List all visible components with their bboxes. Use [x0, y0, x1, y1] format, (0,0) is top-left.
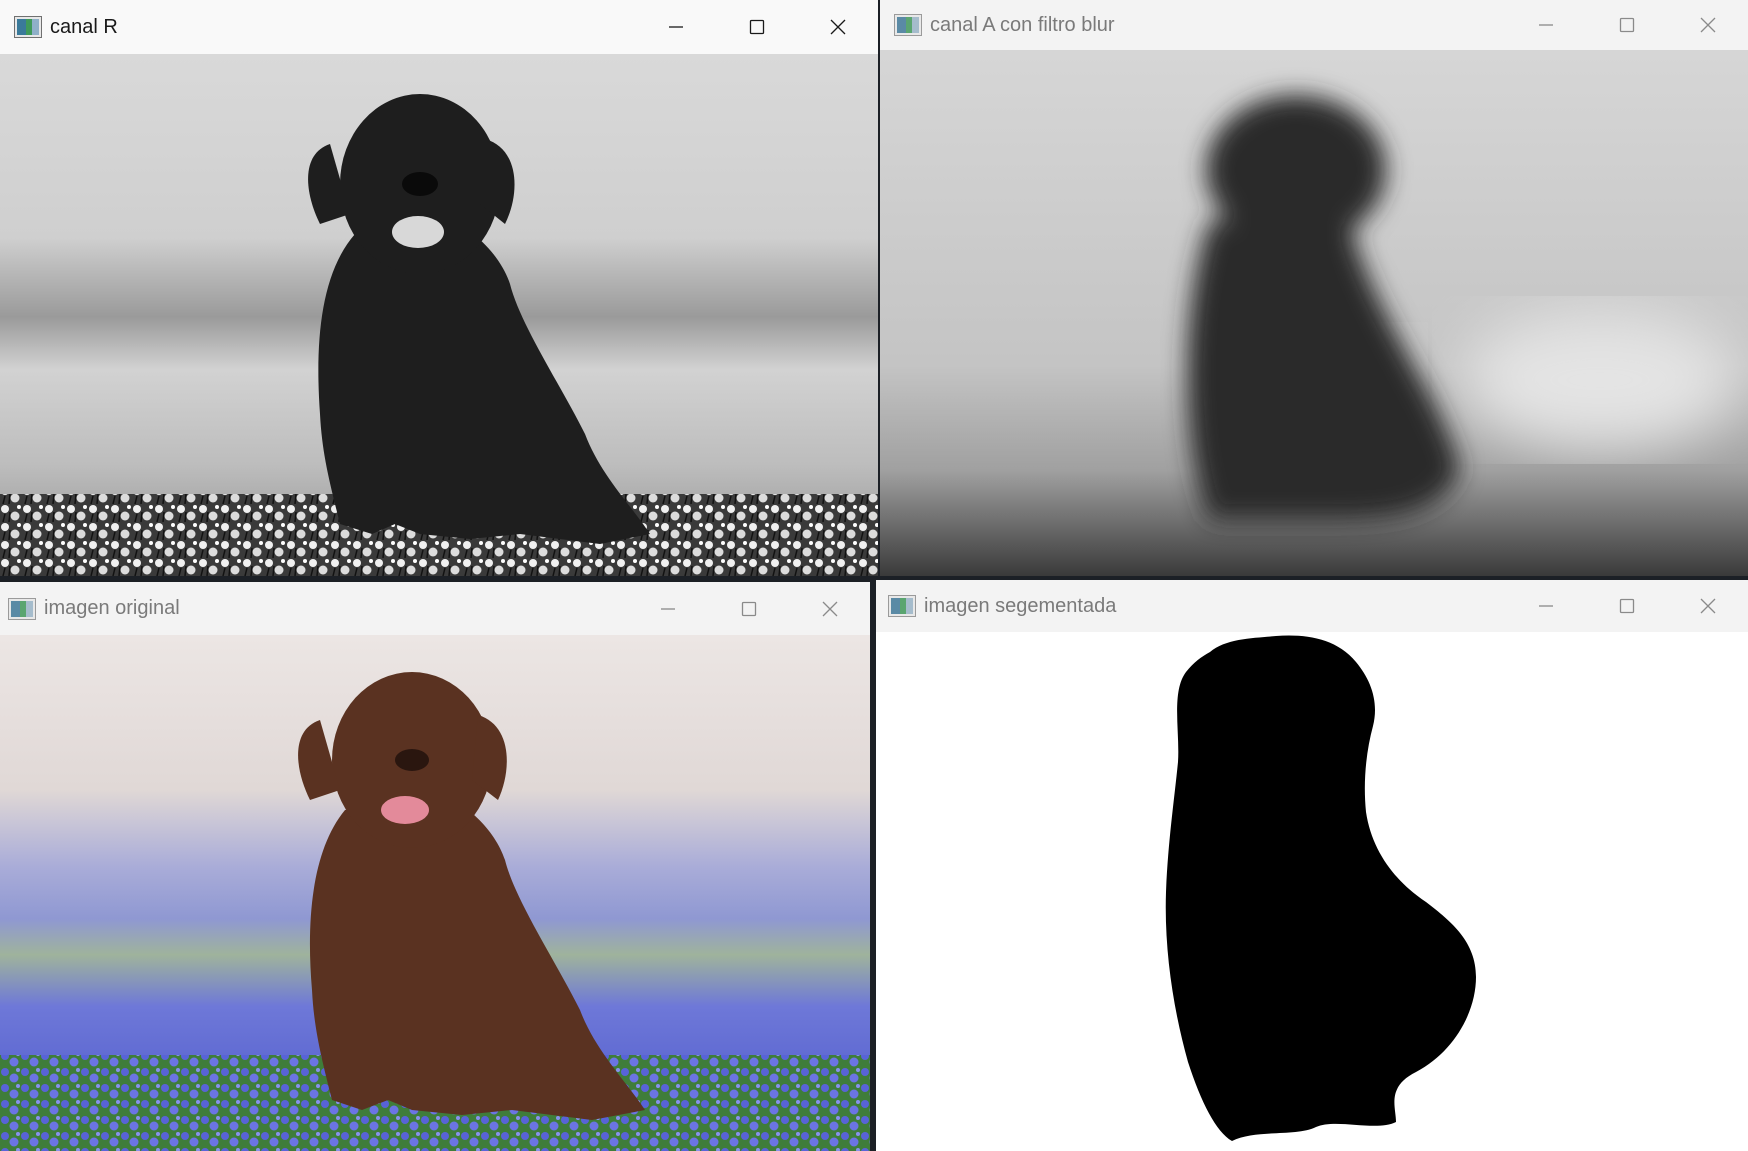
minimize-button[interactable]	[1505, 580, 1586, 632]
window-title: canal A con filtro blur	[930, 13, 1115, 36]
window-imagen-original[interactable]: imagen original	[0, 582, 870, 1151]
maximize-icon	[749, 19, 764, 35]
close-button[interactable]	[789, 582, 870, 635]
titlebar-imagen-original[interactable]: imagen original	[0, 582, 870, 635]
window-canal-a[interactable]: canal A con filtro blur	[880, 0, 1748, 576]
minimize-icon	[668, 26, 683, 28]
maximize-button[interactable]	[708, 582, 789, 635]
window-title: canal R	[50, 15, 118, 38]
image-canal-r	[0, 54, 878, 580]
minimize-icon	[1538, 605, 1553, 607]
close-button[interactable]	[797, 0, 878, 54]
titlebar-imagen-segmentada[interactable]: imagen segementada	[876, 580, 1748, 632]
window-imagen-segmentada[interactable]: imagen segementada	[876, 580, 1748, 1151]
close-icon	[1700, 598, 1715, 614]
titlebar-canal-r[interactable]: canal R	[0, 0, 878, 54]
window-gap-vertical	[878, 0, 880, 580]
maximize-icon	[741, 601, 756, 616]
window-gap-horizontal	[0, 576, 1748, 580]
close-icon	[830, 19, 845, 35]
window-title: imagen segementada	[924, 594, 1117, 617]
maximize-button[interactable]	[716, 0, 797, 54]
window-title: imagen original	[44, 597, 180, 619]
minimize-button[interactable]	[635, 0, 716, 54]
image-imagen-segmentada	[876, 632, 1748, 1151]
minimize-icon	[660, 607, 675, 610]
image-imagen-original	[0, 635, 870, 1151]
opencv-window-icon	[894, 14, 922, 36]
maximize-icon	[1619, 598, 1634, 614]
opencv-window-icon	[14, 16, 42, 38]
opencv-window-icon	[888, 595, 916, 617]
minimize-button[interactable]	[627, 582, 708, 635]
close-icon	[1700, 17, 1715, 33]
opencv-window-icon	[8, 597, 36, 620]
close-button[interactable]	[1667, 580, 1748, 632]
maximize-icon	[1619, 17, 1634, 33]
close-icon	[822, 601, 837, 616]
minimize-icon	[1538, 24, 1553, 26]
minimize-button[interactable]	[1505, 0, 1586, 50]
window-gap-vertical-lower	[870, 580, 876, 1151]
maximize-button[interactable]	[1586, 0, 1667, 50]
maximize-button[interactable]	[1586, 580, 1667, 632]
titlebar-canal-a[interactable]: canal A con filtro blur	[880, 0, 1748, 50]
close-button[interactable]	[1667, 0, 1748, 50]
window-canal-r[interactable]: canal R	[0, 0, 878, 580]
image-canal-a-blur	[880, 50, 1748, 576]
